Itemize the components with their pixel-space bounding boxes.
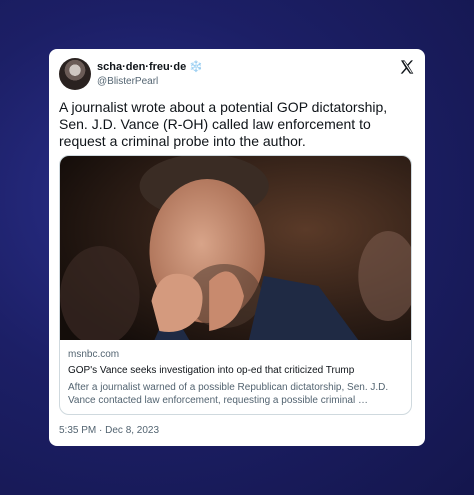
snowflake-icon: ❄️ [189,61,203,73]
author-handle[interactable]: @BlisterPearl [97,76,158,87]
tweet-header: scha·den·freu·de ❄️ @BlisterPearl [59,57,415,91]
link-headline[interactable]: GOP's Vance seeks investigation into op-… [68,365,403,376]
avatar[interactable] [59,58,91,90]
link-preview-meta: msnbc.com GOP's Vance seeks investigatio… [68,349,403,407]
tweet-timestamp[interactable]: 5:35 PM · Dec 8, 2023 [59,425,159,436]
author-name-row[interactable]: scha·den·freu·de ❄️ [97,60,203,73]
author-display-name[interactable]: scha·den·freu·de [97,61,186,73]
x-logo-icon[interactable] [399,59,415,75]
link-domain: msnbc.com [68,349,120,360]
link-description: After a journalist warned of a possible … [68,382,389,406]
article-photo [60,156,411,340]
tweet-text: A journalist wrote about a potential GOP… [59,99,388,149]
link-preview-card[interactable]: msnbc.com GOP's Vance seeks investigatio… [59,155,412,415]
tweet-card: scha·den·freu·de ❄️ @BlisterPearl A journ… [49,49,425,446]
